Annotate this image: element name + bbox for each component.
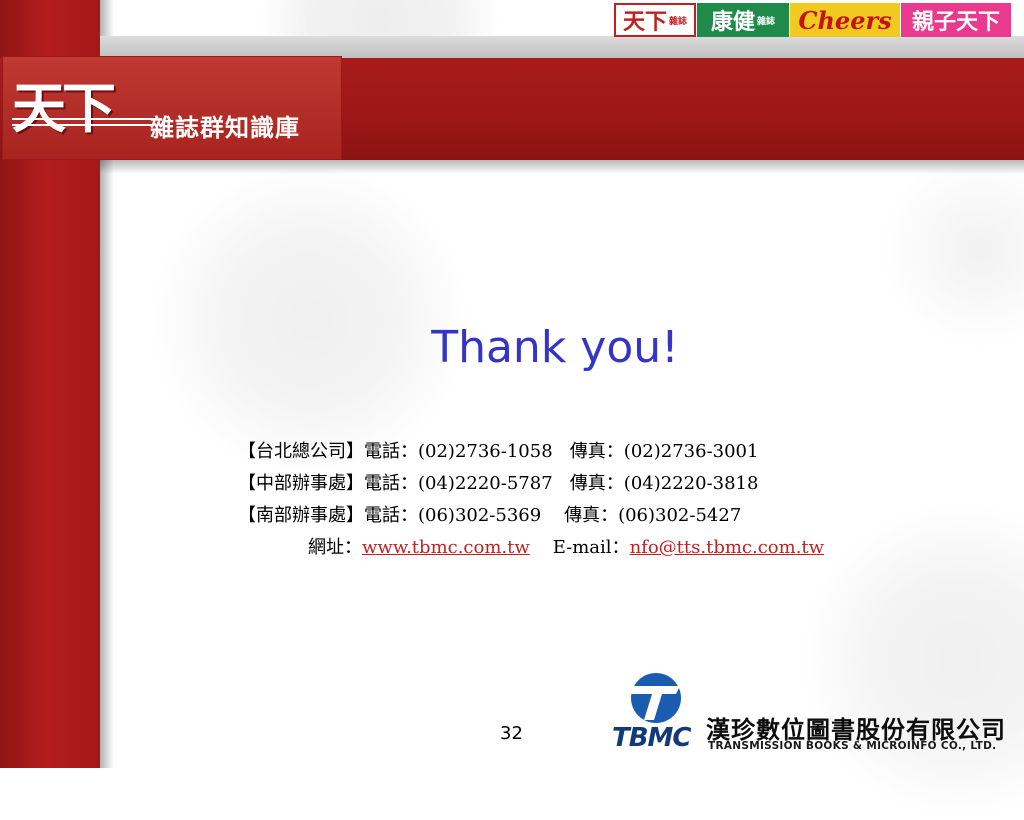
tbmc-wordmark: TBMC <box>612 723 692 753</box>
badge-label: Cheers <box>798 5 892 35</box>
email-link[interactable]: nfo@tts.tbmc.com.tw <box>630 537 825 558</box>
slide-title: Thank you! <box>431 322 679 373</box>
logo-rule <box>12 124 152 126</box>
badge-label: 天下 <box>622 10 667 35</box>
magazine-badge-tianxia[interactable]: 天下 雜誌 <box>614 3 696 37</box>
contact-taipei: 【台北總公司】電話：(02)2736-1058 傳真：(02)2736-3001 <box>238 441 759 462</box>
email-label: E-mail： <box>552 537 630 558</box>
magazine-badge-cheers[interactable]: Cheers <box>790 3 900 37</box>
magazine-badge-parenting[interactable]: 親子天下 <box>901 3 1011 37</box>
page-number: 32 <box>500 723 523 744</box>
magazine-badge-kangjian[interactable]: 康健 雜誌 <box>697 3 789 37</box>
badge-label: 親子天下 <box>911 10 1000 35</box>
background-seal-right <box>800 500 1024 820</box>
contact-web-line: 網址：www.tbmc.com.tw E-mail：nfo@tts.tbmc.c… <box>308 533 824 559</box>
tbmc-logo-icon <box>630 673 681 723</box>
background-seal-right-top <box>880 150 1024 350</box>
badge-tag: 雜誌 <box>669 16 688 27</box>
contact-central: 【中部辦事處】電話：(04)2220-5787 傳真：(04)2220-3818 <box>238 473 759 494</box>
company-name-en: TRANSMISSION BOOKS & MICROINFO CO., LTD. <box>708 740 997 752</box>
background-seal-mid <box>140 170 480 470</box>
website-label: 網址： <box>308 537 362 558</box>
logo-subtitle: 雜誌群知識庫 <box>150 114 300 142</box>
badge-label: 康健 <box>710 10 755 35</box>
header-band-shadow <box>100 160 1024 174</box>
website-link[interactable]: www.tbmc.com.tw <box>362 537 530 558</box>
logo-mark: 天下 <box>12 76 116 140</box>
logo-rule <box>12 118 152 120</box>
contact-south: 【南部辦事處】電話：(06)302-5369 傳真：(06)302-5427 <box>238 505 742 526</box>
badge-tag: 雜誌 <box>757 16 776 27</box>
